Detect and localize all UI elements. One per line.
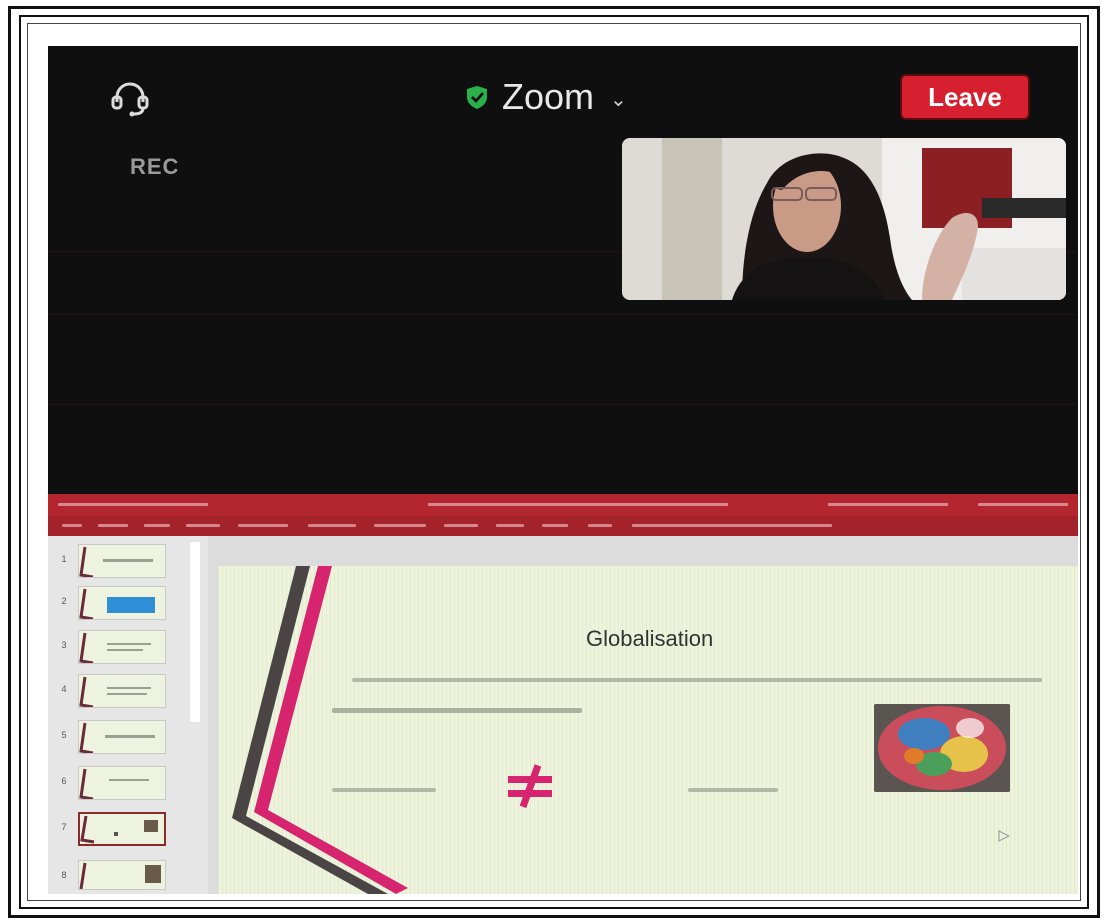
- cursor-icon: [998, 830, 1010, 842]
- ribbon-tab[interactable]: [542, 524, 568, 527]
- participant-video-tile[interactable]: [622, 138, 1066, 300]
- slide-thumbnail[interactable]: [78, 674, 166, 708]
- current-slide[interactable]: Globalisation: [218, 566, 1078, 894]
- ribbon-tab[interactable]: [374, 524, 426, 527]
- slide-thumbnail[interactable]: [78, 766, 166, 800]
- quick-access-toolbar: [58, 503, 208, 506]
- slide-thumbnail[interactable]: [78, 720, 166, 754]
- meeting-title: Zoom: [502, 76, 595, 117]
- slide-decoration-stripes: [232, 566, 408, 894]
- slide-thumbnail[interactable]: [78, 586, 166, 620]
- headset-icon[interactable]: [110, 78, 150, 118]
- slide-number: 7: [61, 822, 67, 832]
- ribbon-tab[interactable]: [238, 524, 288, 527]
- slide-number: 8: [61, 870, 67, 880]
- slide-number: 2: [61, 596, 67, 606]
- powerpoint-workspace: 1 2 3 4 5 6 7 8 Globalisation: [48, 536, 1078, 894]
- ribbon-tab[interactable]: [308, 524, 356, 527]
- ribbon-tab[interactable]: [186, 524, 220, 527]
- ribbon-tab[interactable]: [62, 524, 82, 527]
- slide-label-left: [332, 788, 436, 792]
- leave-button[interactable]: Leave: [900, 74, 1030, 120]
- scanline: [48, 404, 1078, 405]
- window-title: [428, 503, 728, 506]
- not-equal-icon: [508, 764, 552, 809]
- ribbon-tab[interactable]: [98, 524, 128, 527]
- slide-number: 5: [61, 730, 67, 740]
- slide-thumbnail[interactable]: [78, 860, 166, 890]
- slide-number: 4: [61, 684, 67, 694]
- recording-label: REC: [130, 154, 180, 179]
- globe-image: [874, 704, 1010, 792]
- meeting-title-dropdown[interactable]: Zoom ⌄: [464, 76, 627, 118]
- slide-thumbnail[interactable]: [78, 630, 166, 664]
- tell-me-search[interactable]: [632, 524, 832, 527]
- slide-thumbnail-selected[interactable]: [78, 812, 166, 846]
- slide-label-right: [688, 788, 778, 792]
- zoom-top-area: REC Zoom ⌄ Leave: [48, 46, 1078, 494]
- ribbon-tab[interactable]: [144, 524, 170, 527]
- slide-heading: [332, 708, 582, 713]
- slide-subtitle: [352, 678, 1042, 682]
- powerpoint-ribbon-tabs: [48, 516, 1078, 536]
- thumbnail-scrollbar[interactable]: [190, 542, 200, 722]
- ribbon-tab[interactable]: [496, 524, 524, 527]
- powerpoint-title-bar: [48, 494, 1078, 516]
- slide-thumbnail-pane: 1 2 3 4 5 6 7 8: [48, 536, 208, 894]
- zoom-meeting-screen: REC Zoom ⌄ Leave 1 2 3 4 5 6 7 8 Globali…: [48, 46, 1078, 894]
- slide-number: 6: [61, 776, 67, 786]
- window-controls: [978, 503, 1068, 506]
- shield-check-icon: [467, 86, 487, 109]
- participant-video: [622, 138, 1066, 300]
- user-name: [828, 503, 948, 506]
- slide-thumbnail[interactable]: [78, 544, 166, 578]
- slide-number: 1: [61, 554, 67, 564]
- scanline: [48, 314, 1078, 315]
- chevron-down-icon: ⌄: [610, 88, 627, 111]
- slide-number: 3: [61, 640, 67, 650]
- slide-title: Globalisation: [586, 626, 714, 651]
- ribbon-tab[interactable]: [588, 524, 612, 527]
- ribbon-tab[interactable]: [444, 524, 478, 527]
